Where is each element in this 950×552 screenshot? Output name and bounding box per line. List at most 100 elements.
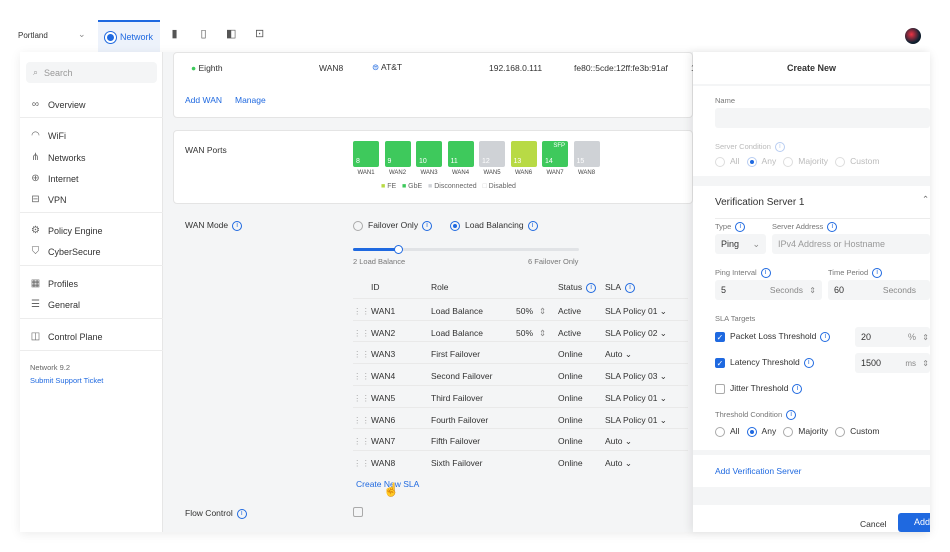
chevron-down-icon[interactable]: ⌄ [78,29,86,40]
drag-handle-icon[interactable]: ⋮⋮ [353,349,370,360]
support-link[interactable]: Submit Support Ticket [30,376,103,385]
sidebar-item-general[interactable]: ☰ General [30,299,80,310]
sla-select[interactable]: SLA Policy 02 ⌄ [605,328,667,339]
sidebar-item-control-plane[interactable]: ◫ Control Plane [30,331,103,342]
drag-handle-icon[interactable]: ⋮⋮ [353,306,370,317]
wan-mode-slider[interactable] [353,245,579,254]
flow-control-checkbox[interactable] [353,507,363,517]
sidebar-item-overview[interactable]: ∞ Overview [30,99,86,110]
slider-handle[interactable] [394,245,404,254]
sla-select[interactable]: Auto ⌄ [605,458,632,469]
sidebar-item-profiles[interactable]: ▦ Profiles [30,278,78,289]
drag-handle-icon[interactable]: ⋮⋮ [353,328,370,339]
search-input[interactable]: ⌕ Search [26,62,157,83]
info-icon[interactable]: i [786,410,797,421]
latency-input[interactable]: 1500 ms ⇕ [855,353,930,373]
info-icon[interactable]: i [625,282,636,293]
failover-only-radio[interactable]: Failover Only i [353,220,433,231]
cond-majority-radio[interactable]: Majority [783,156,828,167]
thr-custom-radio[interactable]: Custom [835,426,879,437]
wan-port-10[interactable]: 10 [416,141,442,167]
table-row[interactable]: ⋮⋮ WAN6 Fourth Failover Online SLA Policy 01… [353,406,688,429]
info-icon[interactable]: i [422,220,433,231]
avatar[interactable] [905,28,921,44]
thr-all-radio[interactable]: All [715,426,739,437]
wan-port-12[interactable]: 12 [479,141,505,167]
latency-checkbox[interactable]: ✓ Latency Threshold i [715,357,814,368]
info-icon[interactable]: i [872,268,883,279]
table-row[interactable]: ⋮⋮ WAN5 Third Failover Online SLA Policy 01 … [353,384,688,407]
table-row[interactable]: ⋮⋮ WAN3 First Failover Online Auto ⌄ [353,341,688,363]
stepper-icon[interactable]: ⇕ [922,359,929,368]
access-app-icon[interactable]: ▯ [199,28,208,41]
info-icon[interactable]: i [735,222,746,233]
server-address-input[interactable]: IPv4 Address or Hostname [772,234,930,254]
connect-app-icon[interactable]: ⊡ [255,28,264,41]
sidebar-item-internet[interactable]: ⊕ Internet [30,173,78,184]
load-balancing-radio[interactable]: Load Balancing i [450,220,538,231]
packet-loss-input[interactable]: 20% ⇕ [855,327,930,347]
sidebar-item-networks[interactable]: ⋔ Networks [30,152,85,163]
wan-port-9[interactable]: 9 [384,141,411,167]
info-icon[interactable]: i [236,508,247,519]
wan-port-15[interactable]: 15 [573,141,600,167]
manage-link[interactable]: Manage [235,95,266,105]
add-verification-server-link[interactable]: Add Verification Server [715,466,801,476]
add-wan-link[interactable]: Add WAN [185,95,222,105]
info-icon[interactable]: i [820,331,831,342]
info-icon[interactable]: i [827,222,838,233]
drag-handle-icon[interactable]: ⋮⋮ [353,371,370,382]
sla-select[interactable]: Auto ⌄ [605,436,632,447]
sidebar-item-policy-engine[interactable]: ⚙ Policy Engine [30,225,103,236]
wan-port-11[interactable]: 11 [447,141,474,167]
collapse-icon[interactable]: ⌃ [922,194,929,205]
jitter-checkbox[interactable]: Jitter Threshold i [715,383,803,394]
cond-all-radio[interactable]: All [715,156,739,167]
thr-any-radio[interactable]: Any [746,426,776,437]
info-icon[interactable]: i [803,357,814,368]
sidebar-item-wifi[interactable]: ◠ WiFi [30,130,66,141]
sla-select[interactable]: SLA Policy 01 ⌄ [605,306,667,317]
weight-value[interactable]: 50% [516,328,533,338]
table-row[interactable]: ⋮⋮ WAN1 Load Balance 50% ⇕ Active SLA Policy 0… [353,298,688,320]
info-icon[interactable]: i [232,220,243,231]
add-button[interactable]: Add [898,513,930,532]
thr-majority-radio[interactable]: Majority [783,426,828,437]
wan-port-14[interactable]: 14 SFP [542,141,568,167]
drag-handle-icon[interactable]: ⋮⋮ [353,415,370,426]
info-icon[interactable]: i [792,383,803,394]
cond-custom-radio[interactable]: Custom [835,156,879,167]
drag-handle-icon[interactable]: ⋮⋮ [353,436,370,447]
sidebar-item-cybersecure[interactable]: ⛉ CyberSecure [30,246,101,257]
wan-port-13[interactable]: 13 [510,141,537,167]
sla-select[interactable]: SLA Policy 01 ⌄ [605,415,667,426]
stepper-icon[interactable]: ⇕ [922,333,929,342]
drag-handle-icon[interactable]: ⋮⋮ [353,393,370,404]
cond-any-radio[interactable]: Any [746,156,776,167]
sidebar-item-vpn[interactable]: ⊟ VPN [30,194,66,205]
stepper-icon[interactable]: ⇕ [809,286,816,295]
table-row[interactable]: ⋮⋮ WAN2 Load Balance 50% ⇕ Active SLA Policy 0… [353,319,688,342]
wan-port-8[interactable]: 8 [353,141,379,167]
sla-select[interactable]: SLA Policy 01 ⌄ [605,393,667,404]
table-row[interactable]: ⋮⋮ WAN4 Second Failover Online SLA Policy 03… [353,363,688,385]
cancel-button[interactable]: Cancel [860,519,886,529]
stepper-icon[interactable]: ⇕ [539,328,546,339]
packet-loss-checkbox[interactable]: ✓ Packet Loss Threshold i [715,331,831,342]
info-icon[interactable]: i [586,282,597,293]
time-period-input[interactable]: 60 Seconds [828,280,930,300]
info-icon[interactable]: i [527,220,538,231]
sla-select[interactable]: Auto ⌄ [605,349,632,360]
stepper-icon[interactable]: ⇕ [539,306,546,317]
type-select[interactable]: Ping ⌄ [715,234,766,254]
info-icon[interactable]: i [774,142,785,153]
ping-interval-input[interactable]: 5 Seconds ⇕ [715,280,822,300]
sla-select[interactable]: SLA Policy 03 ⌄ [605,371,667,382]
protect-app-icon[interactable]: ▮ [170,28,179,41]
site-selector[interactable]: Portland [18,31,48,40]
table-row[interactable]: ⋮⋮ WAN7 Fifth Failover Online Auto ⌄ [353,428,688,450]
name-input[interactable] [715,108,930,128]
tab-network[interactable]: Network [98,20,160,52]
wan-row-eighth[interactable]: ● Eighth [191,63,223,73]
drag-handle-icon[interactable]: ⋮⋮ [353,458,370,469]
